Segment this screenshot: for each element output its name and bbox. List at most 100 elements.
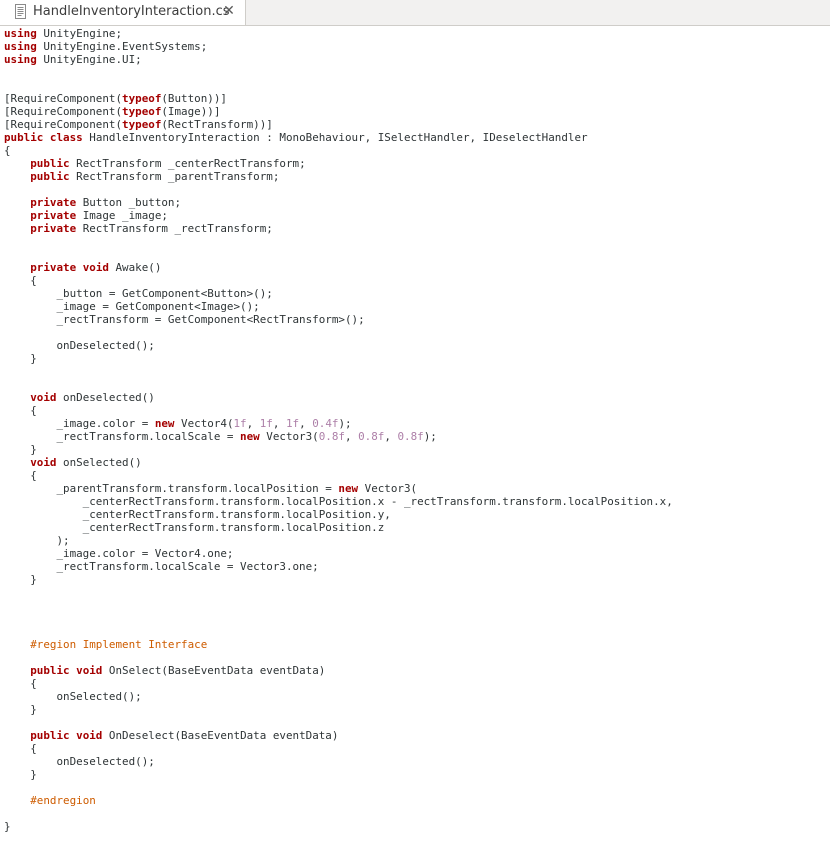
code-token: _image.color =	[4, 417, 155, 430]
code-token: onDeselected()	[56, 391, 155, 404]
code-line: onSelected();	[4, 690, 673, 703]
number-token: 0.8f	[397, 430, 424, 443]
code-token: OnDeselect(BaseEventData eventData)	[102, 729, 339, 742]
code-line: _centerRectTransform.transform.localPosi…	[4, 508, 673, 521]
code-token: ,	[272, 417, 286, 430]
code-line: _centerRectTransform.transform.localPosi…	[4, 521, 673, 534]
number-token: 0.8f	[358, 430, 385, 443]
code-token: _image.color = Vector4.one;	[4, 547, 234, 560]
code-token: (Button))]	[161, 92, 227, 105]
code-line: _parentTransform.transform.localPosition…	[4, 482, 673, 495]
code-token: );	[4, 534, 70, 547]
tab-title: HandleInventoryInteraction.cs	[33, 4, 230, 19]
code-token: OnSelect(BaseEventData eventData)	[102, 664, 326, 677]
code-line: {	[4, 742, 673, 755]
code-token: ,	[246, 417, 260, 430]
keyword-token: class	[49, 131, 83, 144]
code-token: _image = GetComponent<Image>();	[4, 300, 260, 313]
code-line: private Button _button;	[4, 196, 673, 209]
code-token: [RequireComponent(	[4, 105, 123, 118]
code-line: _centerRectTransform.transform.localPosi…	[4, 495, 673, 508]
number-token: 1f	[233, 417, 247, 430]
code-token: );	[338, 417, 352, 430]
keyword-token: public	[30, 729, 70, 742]
code-token: ,	[344, 430, 359, 443]
code-line: public RectTransform _centerRectTransfor…	[4, 157, 673, 170]
code-token: }	[4, 820, 11, 833]
preprocessor-token: #endregion	[30, 794, 96, 807]
code-line: }	[4, 703, 673, 716]
close-icon[interactable]: ✕	[222, 3, 236, 20]
code-token: RectTransform _rectTransform;	[76, 222, 273, 235]
tab-file[interactable]: HandleInventoryInteraction.cs ✕	[0, 0, 246, 25]
tab-bar: HandleInventoryInteraction.cs ✕	[0, 0, 830, 26]
code-editor[interactable]: using UnityEngine; using UnityEngine.Even…	[0, 26, 830, 857]
code-token: onDeselected();	[4, 339, 155, 352]
code-line: {	[4, 144, 673, 157]
code-token: UnityEngine.EventSystems;	[36, 40, 208, 53]
code-token: {	[4, 404, 37, 417]
keyword-token: typeof	[122, 105, 162, 118]
code-token: UnityEngine;	[36, 27, 123, 40]
keyword-token: new	[338, 482, 359, 495]
keyword-token: public	[30, 170, 70, 183]
preprocessor-token: #region Implement Interface	[30, 638, 208, 651]
code-token: Vector4(	[174, 417, 234, 430]
keyword-token: typeof	[122, 92, 162, 105]
code-line: void onDeselected()	[4, 391, 673, 404]
code-line: }	[4, 352, 673, 365]
number-token: 0.4f	[312, 417, 339, 430]
number-token: 1f	[259, 417, 273, 430]
code-token: _rectTransform.localScale =	[4, 430, 241, 443]
code-token: {	[4, 144, 11, 157]
keyword-token: using	[4, 40, 37, 53]
code-token: _button = GetComponent<Button>();	[4, 287, 273, 300]
code-token: _rectTransform.localScale = Vector3.one;	[4, 560, 319, 573]
code-token: _centerRectTransform.transform.localPosi…	[4, 521, 385, 534]
code-token: RectTransform _parentTransform;	[69, 170, 280, 183]
code-token: {	[4, 677, 37, 690]
keyword-token: void	[30, 391, 57, 404]
number-token: 1f	[286, 417, 300, 430]
code-token: Awake()	[108, 261, 162, 274]
code-token: (Image))]	[161, 105, 221, 118]
keyword-token: public	[4, 131, 44, 144]
code-token: Vector3(	[358, 482, 418, 495]
code-token: Vector3(	[259, 430, 319, 443]
code-line: _image.color = new Vector4(1f, 1f, 1f, 0…	[4, 417, 673, 430]
code-token: onSelected();	[4, 690, 142, 703]
code-line: }	[4, 768, 673, 781]
code-line: [RequireComponent(typeof(RectTransform))…	[4, 118, 673, 131]
code-line: _image.color = Vector4.one;	[4, 547, 673, 560]
code-text: using UnityEngine; using UnityEngine.Even…	[4, 27, 673, 833]
code-line: #region Implement Interface	[4, 638, 673, 651]
keyword-token: public	[30, 157, 70, 170]
code-line: }	[4, 443, 673, 456]
code-token: [RequireComponent(	[4, 118, 123, 131]
code-line: {	[4, 677, 673, 690]
code-token: ,	[299, 417, 313, 430]
code-line: public RectTransform _parentTransform;	[4, 170, 673, 183]
code-token: );	[423, 430, 437, 443]
code-line: private void Awake()	[4, 261, 673, 274]
code-token: {	[4, 274, 37, 287]
code-token: _parentTransform.transform.localPosition…	[4, 482, 339, 495]
code-line: _image = GetComponent<Image>();	[4, 300, 673, 313]
code-line: }	[4, 573, 673, 586]
code-line: public void OnDeselect(BaseEventData eve…	[4, 729, 673, 742]
keyword-token: private	[30, 209, 77, 222]
